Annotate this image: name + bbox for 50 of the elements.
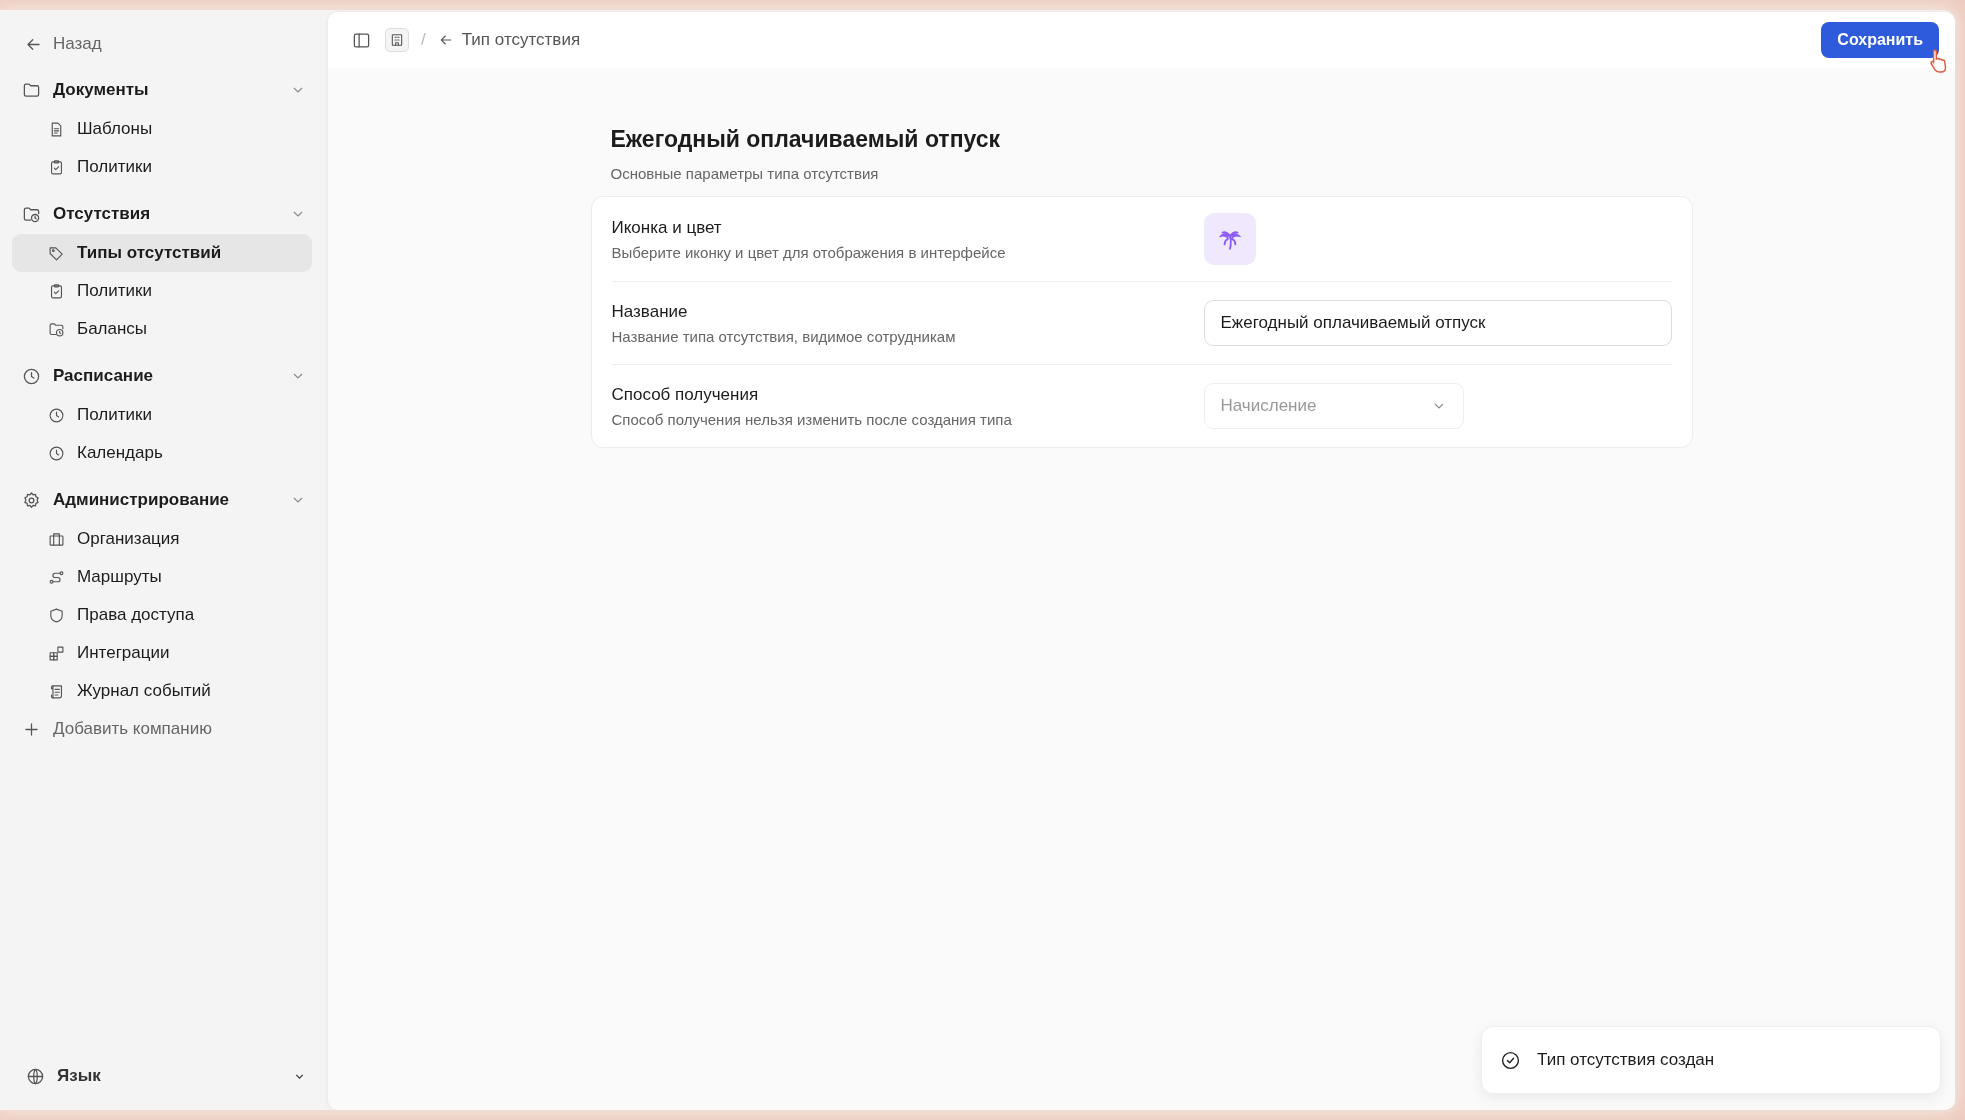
nav-group[interactable]: Документы xyxy=(12,70,316,110)
page-subtitle: Основные параметры типа отсутствия xyxy=(610,165,880,182)
field-label: Иконка и цвет xyxy=(611,217,723,238)
page-title: Ежегодный оплачиваемый отпуск xyxy=(610,126,1002,153)
clock-icon xyxy=(22,366,41,386)
building-icon xyxy=(389,32,405,48)
language-selector[interactable]: Язык xyxy=(12,1056,316,1096)
add-company-link[interactable]: Добавить компанию xyxy=(12,710,316,748)
tag-icon xyxy=(48,244,65,262)
scroll-icon xyxy=(48,682,65,700)
nav-item[interactable]: Политики xyxy=(12,148,312,186)
toast-message: Тип отсутствия создан xyxy=(1537,1050,1715,1070)
field-label: Название xyxy=(611,301,689,322)
back-link[interactable]: Назад xyxy=(12,26,316,62)
briefcase-icon xyxy=(48,530,65,548)
save-button[interactable]: Сохранить xyxy=(1821,22,1939,58)
nav-item[interactable]: Права доступа xyxy=(12,596,312,634)
clock-icon xyxy=(48,444,65,462)
clipboard-icon xyxy=(48,158,65,176)
name-field[interactable]: Ежегодный оплачиваемый отпуск xyxy=(1203,300,1672,346)
shield-icon xyxy=(48,606,65,624)
blocks-icon xyxy=(48,644,65,662)
folder-clock-icon xyxy=(48,320,65,338)
icon-picker[interactable] xyxy=(1203,213,1256,265)
nav-item[interactable]: Маршруты xyxy=(12,558,312,596)
clipboard-icon xyxy=(48,282,65,300)
nav-item[interactable]: Шаблоны xyxy=(12,110,312,148)
nav-item[interactable]: Балансы xyxy=(12,310,312,348)
route-icon xyxy=(48,568,65,586)
nav-group[interactable]: Отсутствия xyxy=(12,194,316,234)
nav-group[interactable]: Администрирование xyxy=(12,480,316,520)
nav-item[interactable]: Политики xyxy=(12,396,312,434)
nav-group[interactable]: Расписание xyxy=(12,356,316,396)
nav-item[interactable]: Политики xyxy=(12,272,312,310)
company-button[interactable] xyxy=(385,28,409,52)
field-hint: Способ получения нельзя изменить после создания типа xyxy=(611,410,1013,428)
clock-icon xyxy=(48,406,65,424)
field-hint: Выберите иконку и цвет для отображения в интерфейсе xyxy=(611,243,1007,261)
field-label: Способ получения xyxy=(611,384,760,405)
gear-icon xyxy=(22,490,41,510)
field-hint: Название типа отсутствия, видимое сотрудникам xyxy=(611,327,957,345)
nav-item[interactable]: Журнал событий xyxy=(12,672,312,710)
globe-icon xyxy=(26,1066,45,1086)
nav-item[interactable]: Календарь xyxy=(12,434,312,472)
breadcrumb-link[interactable]: Тип отсутствия xyxy=(437,30,581,50)
nav-item[interactable]: Типы отсутствий xyxy=(12,234,312,272)
nav-item[interactable]: Организация xyxy=(12,520,312,558)
check-circle-icon xyxy=(1500,1049,1521,1071)
breadcrumb-separator: / xyxy=(421,30,426,50)
nav-item[interactable]: Интеграции xyxy=(12,634,312,672)
